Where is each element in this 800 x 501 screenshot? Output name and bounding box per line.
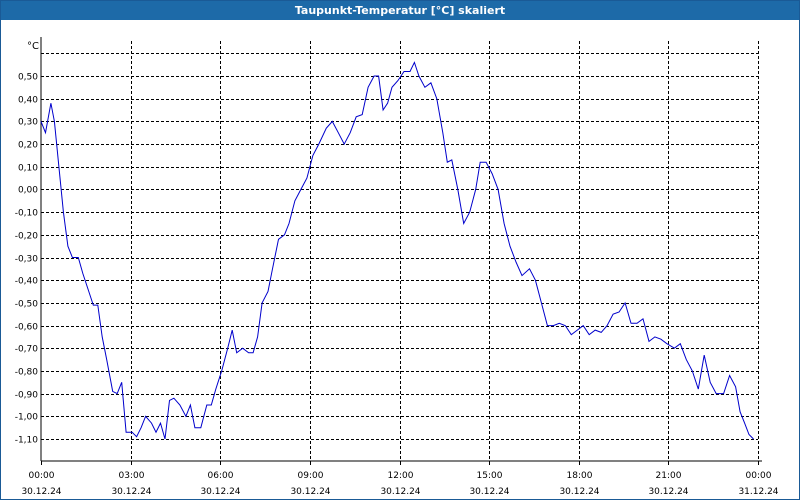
y-tick-label: -0,80 <box>15 368 39 378</box>
y-tick-label: 0,30 <box>18 118 38 128</box>
chart-canvas: 0,50 0,40 0,30 0,20 0,10 0,00 -0,10 -0,20 -0,30 -… <box>15 37 779 497</box>
x-tick-time: 12:00 <box>388 471 414 481</box>
x-tick-date: 30.12.24 <box>111 487 151 497</box>
y-tick-label: 0,00 <box>18 186 38 196</box>
y-tick-label: -0,50 <box>15 300 39 310</box>
x-tick-time: 00:00 <box>29 471 55 481</box>
x-tick-date: 30.12.24 <box>200 487 240 497</box>
x-tick-date: 31.12.24 <box>738 487 778 497</box>
x-tick-labels: 00:00 30.12.24 03:00 30.12.24 06:00 30.12.24 0… <box>21 471 778 497</box>
y-tick-label: -1,10 <box>15 436 39 446</box>
x-tick-time: 06:00 <box>208 471 234 481</box>
y-tick-label: -0,40 <box>15 277 39 287</box>
y-tick-label: 0,50 <box>18 73 38 83</box>
x-tick-time: 00:00 <box>746 471 772 481</box>
chart-axes <box>40 37 762 465</box>
y-tick-label: -1,00 <box>15 413 39 423</box>
y-tick-label: 0,10 <box>18 164 38 174</box>
x-tick-time: 21:00 <box>656 471 682 481</box>
series-group <box>40 61 754 440</box>
x-tick-date: 30.12.24 <box>648 487 688 497</box>
y-tick-label: 0,40 <box>18 96 38 106</box>
x-tick-time: 03:00 <box>119 471 145 481</box>
x-tick-date: 30.12.24 <box>469 487 509 497</box>
x-tick-time: 15:00 <box>477 471 503 481</box>
x-tick-time: 18:00 <box>567 471 593 481</box>
x-tick-date: 30.12.24 <box>380 487 420 497</box>
x-tick-date: 30.12.24 <box>290 487 330 497</box>
y-tick-labels: 0,50 0,40 0,30 0,20 0,10 0,00 -0,10 -0,20 -0,30 -… <box>15 73 39 446</box>
y-tick-label: 0,20 <box>18 141 38 151</box>
y-tick-label: -0,20 <box>15 232 39 242</box>
x-tick-date: 30.12.24 <box>559 487 599 497</box>
series-line <box>40 61 754 440</box>
y-tick-label: -0,90 <box>15 391 39 401</box>
x-tick-date: 30.12.24 <box>21 487 61 497</box>
x-tick-time: 09:00 <box>298 471 324 481</box>
y-axis-unit: °C <box>27 41 39 52</box>
y-tick-label: -0,70 <box>15 345 39 355</box>
y-tick-label: -0,30 <box>15 255 39 265</box>
chart-grid <box>41 41 759 461</box>
y-tick-label: -0,60 <box>15 323 39 333</box>
chart-window: Taupunkt-Temperatur [°C] skaliert 0,50 0,… <box>0 0 800 500</box>
y-tick-label: -0,10 <box>15 209 39 219</box>
